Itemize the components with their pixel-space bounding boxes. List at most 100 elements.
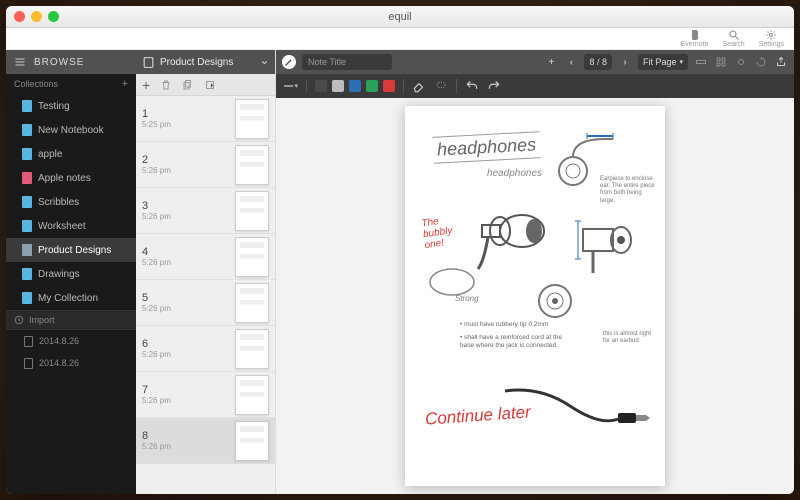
page-thumbnail: [235, 329, 269, 369]
content: BROWSE Collections + TestingNew Notebook…: [6, 50, 794, 494]
trash-icon[interactable]: [160, 79, 172, 91]
page-thumbnail-item[interactable]: 35:26 pm: [136, 188, 275, 234]
note-title-input[interactable]: Note Title: [302, 54, 392, 70]
add-icon[interactable]: +: [122, 78, 128, 90]
grid-icon[interactable]: [714, 55, 728, 69]
sketch-bullet-1: • must have rubbery tip 0.2mm: [460, 321, 570, 329]
add-button[interactable]: +: [544, 55, 558, 69]
sidebar-item-apple-notes[interactable]: Apple notes: [6, 166, 136, 190]
evernote-icon: [689, 29, 701, 41]
canvas-viewport[interactable]: headphones headphones The bubbly one! St…: [276, 98, 794, 494]
color-swatch[interactable]: [315, 80, 327, 92]
page-number: 2: [142, 154, 229, 166]
color-swatch[interactable]: [332, 80, 344, 92]
page-timestamp: 5:26 pm: [142, 166, 229, 175]
sketch-label-strong: Strong: [455, 294, 479, 303]
page-list[interactable]: 15:25 pm25:26 pm35:26 pm45:26 pm55:26 pm…: [136, 96, 275, 494]
import-item[interactable]: 2014.8.26: [6, 330, 136, 352]
page-timestamp: 5:26 pm: [142, 442, 229, 451]
page-thumbnail: [235, 99, 269, 139]
ruler-icon[interactable]: [694, 55, 708, 69]
sidebar-item-my-collection[interactable]: My Collection: [6, 286, 136, 310]
note-toolbar: Note Title + ‹ 8 / 8 › Fit Page ▾: [276, 50, 794, 74]
color-swatch[interactable]: [383, 80, 395, 92]
sketch-title: headphones: [432, 131, 540, 164]
pages-toolbar: +: [136, 74, 275, 96]
sidebar-item-new-notebook[interactable]: New Notebook: [6, 118, 136, 142]
header-search[interactable]: Search: [723, 29, 745, 49]
sketch-annotation-right-1: Earpiece to enclose ear. The entire piec…: [600, 176, 655, 205]
sidebar: BROWSE Collections + TestingNew Notebook…: [6, 50, 136, 494]
header-settings[interactable]: Settings: [759, 29, 784, 49]
window-controls: [14, 11, 59, 22]
note-page[interactable]: headphones headphones The bubbly one! St…: [405, 106, 665, 486]
page-number: 8: [142, 430, 229, 442]
sketch-red-note-1: The bubbly one!: [421, 214, 459, 251]
page-thumbnail-item[interactable]: 45:26 pm: [136, 234, 275, 280]
undo-icon[interactable]: [465, 79, 479, 93]
add-page-button[interactable]: +: [142, 77, 150, 93]
sidebar-item-drawings[interactable]: Drawings: [6, 262, 136, 286]
pen-tool-button[interactable]: [282, 55, 296, 69]
next-page-button[interactable]: ›: [618, 55, 632, 69]
share-icon[interactable]: [774, 55, 788, 69]
drawing-toolbar: ▾: [276, 74, 794, 98]
sketch-earbud-front: [530, 281, 580, 326]
sidebar-item-label: Drawings: [38, 269, 80, 280]
sidebar-item-testing[interactable]: Testing: [6, 94, 136, 118]
sketch-subtitle: headphones: [487, 168, 542, 179]
color-swatch[interactable]: [349, 80, 361, 92]
move-icon[interactable]: [204, 79, 216, 91]
sidebar-item-label: Worksheet: [38, 221, 86, 232]
sidebar-item-label: New Notebook: [38, 125, 104, 136]
minimize-icon[interactable]: [31, 11, 42, 22]
import-item[interactable]: 2014.8.26: [6, 352, 136, 374]
page-thumbnail-item[interactable]: 25:26 pm: [136, 142, 275, 188]
page-number: 6: [142, 338, 229, 350]
zoom-dropdown[interactable]: Fit Page ▾: [638, 54, 688, 70]
header-evernote[interactable]: Evernote: [680, 29, 708, 49]
close-icon[interactable]: [14, 11, 25, 22]
sidebar-item-apple[interactable]: apple: [6, 142, 136, 166]
page-thumbnail-item[interactable]: 55:26 pm: [136, 280, 275, 326]
notebook-icon: [22, 172, 32, 184]
page-thumbnail: [235, 237, 269, 277]
sketch-earbud-side: [573, 211, 648, 281]
sidebar-item-scribbles[interactable]: Scribbles: [6, 190, 136, 214]
notebook-icon: [22, 292, 32, 304]
zoom-icon[interactable]: [48, 11, 59, 22]
sidebar-item-label: apple: [38, 149, 62, 160]
duplicate-icon[interactable]: [182, 79, 194, 91]
sidebar-item-product-designs[interactable]: Product Designs: [6, 238, 136, 262]
lasso-icon[interactable]: [434, 79, 448, 93]
page-timestamp: 5:26 pm: [142, 258, 229, 267]
page-timestamp: 5:26 pm: [142, 304, 229, 313]
notebook-icon: [22, 148, 32, 160]
page-number: 5: [142, 292, 229, 304]
page-thumbnail: [235, 375, 269, 415]
window-title: equil: [388, 11, 411, 23]
page-timestamp: 5:26 pm: [142, 350, 229, 359]
chevron-down-icon[interactable]: [260, 58, 269, 67]
page-thumbnail-item[interactable]: 85:26 pm: [136, 418, 275, 464]
page-thumbnail: [235, 145, 269, 185]
page-thumbnail-item[interactable]: 15:25 pm: [136, 96, 275, 142]
clock-icon: [14, 315, 24, 325]
prev-page-button[interactable]: ‹: [564, 55, 578, 69]
file-icon: [24, 358, 33, 369]
redo-icon[interactable]: [487, 79, 501, 93]
stroke-width-button[interactable]: ▾: [284, 79, 298, 93]
import-header[interactable]: Import: [6, 310, 136, 330]
menu-icon[interactable]: [14, 56, 26, 68]
color-swatch[interactable]: [366, 80, 378, 92]
collections-header[interactable]: Collections +: [6, 74, 136, 94]
search-icon: [728, 29, 740, 41]
record-icon[interactable]: [734, 55, 748, 69]
page-thumbnail: [235, 421, 269, 461]
page-thumbnail-item[interactable]: 75:26 pm: [136, 372, 275, 418]
page-thumbnail-item[interactable]: 65:26 pm: [136, 326, 275, 372]
rotate-icon[interactable]: [754, 55, 768, 69]
canvas-area: Note Title + ‹ 8 / 8 › Fit Page ▾ ▾: [276, 50, 794, 494]
eraser-icon[interactable]: [412, 79, 426, 93]
sidebar-item-worksheet[interactable]: Worksheet: [6, 214, 136, 238]
